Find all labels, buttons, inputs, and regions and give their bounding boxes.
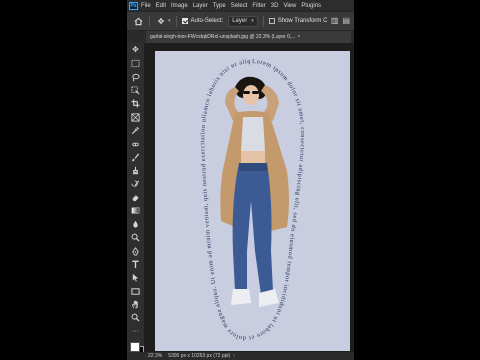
clone-stamp-tool-icon[interactable] [130, 165, 141, 176]
auto-select-label: Auto-Select: [190, 18, 224, 24]
move-tool-icon[interactable]: ✥ [130, 45, 141, 56]
options-bar: ✥ ▾ Auto-Select: Layer ▾ Show Transform … [127, 12, 354, 30]
dodge-tool-icon[interactable] [130, 232, 141, 243]
marquee-tool-icon[interactable] [130, 58, 141, 69]
document-info[interactable]: 5300 px x 10263 px (72 ppi) [168, 353, 230, 359]
options-divider [175, 15, 177, 27]
menu-image[interactable]: Image [171, 3, 188, 9]
canvas-area[interactable]: Lorem ipsum dolor sit amet, consectetur … [144, 43, 354, 353]
eraser-tool-icon[interactable] [130, 192, 141, 203]
menu-bar: Ps File Edit Image Layer Type Select Fil… [127, 0, 354, 11]
frame-tool-icon[interactable] [130, 112, 141, 123]
photoshop-logo: Ps [129, 1, 138, 10]
status-bar: 22.3% 5300 px x 10263 px (72 ppi) › [127, 352, 354, 360]
gradient-tool-icon[interactable] [130, 206, 141, 217]
history-brush-tool-icon[interactable] [130, 179, 141, 190]
chevron-down-icon: ▾ [251, 18, 254, 24]
menu-edit[interactable]: Edit [156, 3, 166, 9]
close-icon[interactable]: × [297, 34, 300, 40]
options-divider [262, 15, 264, 27]
photoshop-window: Ps File Edit Image Layer Type Select Fil… [127, 0, 354, 360]
show-transform-controls-checkbox[interactable] [268, 18, 275, 24]
zoom-level[interactable]: 22.3% [148, 353, 162, 359]
lasso-tool-icon[interactable] [130, 72, 141, 83]
menu-type[interactable]: Type [213, 3, 226, 9]
menu-file[interactable]: File [141, 3, 151, 9]
auto-select-checkbox[interactable] [181, 18, 188, 24]
crop-tool-icon[interactable] [130, 99, 141, 110]
chevron-right-icon[interactable]: › [233, 353, 235, 359]
zoom-tool-icon[interactable] [130, 313, 141, 324]
document-tab-title: gurlal-singh-toor-FWcstqkDRxI-unsplash.j… [150, 34, 296, 40]
home-icon[interactable] [132, 15, 144, 27]
foreground-color-swatch[interactable] [129, 342, 140, 353]
brush-tool-icon[interactable] [130, 152, 141, 163]
menu-view[interactable]: View [283, 3, 296, 9]
document-canvas[interactable]: Lorem ipsum dolor sit amet, consectetur … [155, 51, 350, 351]
spot-healing-brush-icon[interactable] [130, 139, 141, 150]
move-tool-preset-icon[interactable]: ✥ [155, 17, 167, 26]
artwork: Lorem ipsum dolor sit amet, consectetur … [155, 51, 305, 342]
menu-filter[interactable]: Filter [252, 3, 265, 9]
options-divider [149, 15, 150, 27]
align-icon[interactable]: ▥ [331, 16, 339, 25]
type-tool-icon[interactable] [130, 259, 141, 270]
rectangle-tool-icon[interactable] [130, 286, 141, 297]
document-tab-bar: gurlal-singh-toor-FWcstqkDRxI-unsplash.j… [127, 31, 354, 43]
menu-layer[interactable]: Layer [193, 3, 208, 9]
pen-tool-icon[interactable] [130, 246, 141, 257]
distribute-icon[interactable]: ▤ [342, 16, 350, 25]
show-transform-controls-label: Show Transform C [277, 18, 328, 24]
more-tools-icon[interactable]: ··· [130, 326, 141, 337]
hand-tool-icon[interactable] [130, 299, 141, 310]
chevron-down-icon[interactable]: ▾ [168, 18, 171, 24]
eyedropper-tool-icon[interactable] [130, 125, 141, 136]
tools-panel: ✥ ··· [127, 43, 144, 357]
object-selection-tool-icon[interactable] [130, 85, 141, 96]
menu-3d[interactable]: 3D [271, 3, 279, 9]
document-tab[interactable]: gurlal-singh-toor-FWcstqkDRxI-unsplash.j… [146, 31, 351, 43]
options-right-icons: ▥ ▤ [331, 16, 350, 25]
auto-select-target-value: Layer [232, 18, 248, 24]
blur-tool-icon[interactable] [130, 219, 141, 230]
auto-select-target-dropdown[interactable]: Layer ▾ [228, 15, 258, 27]
menu-plugins[interactable]: Plugins [301, 3, 321, 9]
woman-figure [220, 76, 289, 307]
menu-select[interactable]: Select [231, 3, 248, 9]
path-selection-tool-icon[interactable] [130, 272, 141, 283]
